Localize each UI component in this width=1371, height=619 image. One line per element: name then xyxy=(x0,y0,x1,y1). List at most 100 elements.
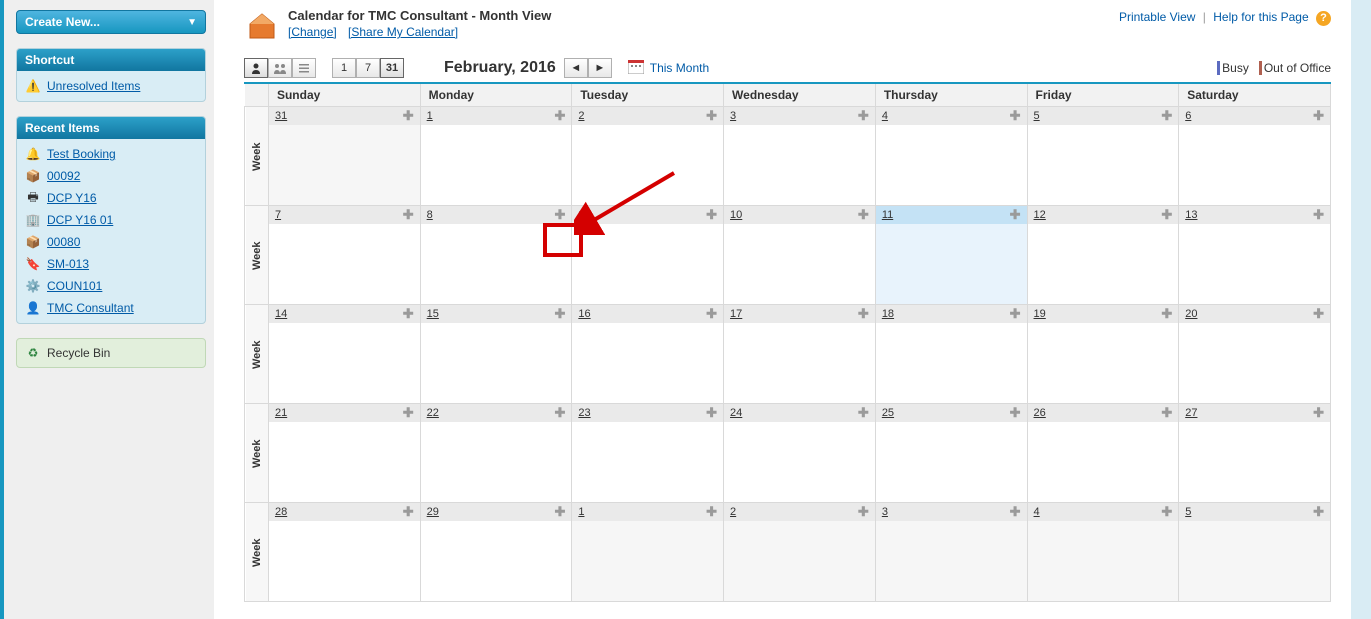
calendar-day-cell[interactable]: 23✚ xyxy=(572,404,724,503)
calendar-day-cell[interactable]: 2✚ xyxy=(724,503,876,602)
calendar-day-cell[interactable]: 24✚ xyxy=(724,404,876,503)
calendar-day-cell[interactable]: 8✚ xyxy=(420,206,572,305)
add-event-icon[interactable]: ✚ xyxy=(1161,405,1172,421)
add-event-icon[interactable]: ✚ xyxy=(1010,108,1021,124)
calendar-day-cell[interactable]: 28 ✚ xyxy=(268,503,420,602)
calendar-day-cell[interactable]: 27✚ xyxy=(1179,404,1331,503)
day-number-link[interactable]: 17 xyxy=(730,308,742,320)
add-event-icon[interactable]: ✚ xyxy=(706,207,717,223)
week-label[interactable]: Week xyxy=(245,206,269,305)
calendar-day-cell[interactable]: 6✚ xyxy=(1179,107,1331,206)
recent-item-link[interactable]: TMC Consultant xyxy=(47,301,134,315)
calendar-day-cell[interactable]: 14✚ xyxy=(268,305,420,404)
day-view-button[interactable]: 1 xyxy=(332,58,356,78)
add-event-icon[interactable]: ✚ xyxy=(403,108,414,124)
printable-view-link[interactable]: Printable View xyxy=(1119,10,1196,24)
day-number-link[interactable]: 1 xyxy=(578,506,584,518)
recycle-bin-link[interactable]: Recycle Bin xyxy=(47,346,110,360)
calendar-day-cell[interactable]: 5✚ xyxy=(1179,503,1331,602)
day-number-link[interactable]: 2 xyxy=(578,110,584,122)
add-event-icon[interactable]: ✚ xyxy=(858,306,869,322)
calendar-day-cell[interactable]: 7✚ xyxy=(268,206,420,305)
recent-item-link[interactable]: 00092 xyxy=(47,169,80,183)
prev-month-button[interactable]: ◄ xyxy=(564,58,588,78)
share-calendar-link[interactable]: [Share My Calendar] xyxy=(348,25,458,39)
day-number-link[interactable]: 28 xyxy=(275,506,287,518)
week-label[interactable]: Week xyxy=(245,404,269,503)
week-label[interactable]: Week xyxy=(245,503,269,602)
month-view-button[interactable]: 31 xyxy=(380,58,404,78)
day-number-link[interactable]: 2 xyxy=(730,506,736,518)
recent-item-link[interactable]: SM-013 xyxy=(47,257,89,271)
day-number-link[interactable]: 4 xyxy=(1034,506,1040,518)
add-event-icon[interactable]: ✚ xyxy=(858,405,869,421)
day-number-link[interactable]: 1 xyxy=(427,110,433,122)
add-event-icon[interactable]: ✚ xyxy=(554,405,565,421)
calendar-day-cell[interactable]: 13✚ xyxy=(1179,206,1331,305)
day-number-link[interactable]: 9 xyxy=(578,209,584,221)
add-event-icon[interactable]: ✚ xyxy=(1313,108,1324,124)
day-number-link[interactable]: 31 xyxy=(275,110,287,122)
recent-item-link[interactable]: DCP Y16 01 xyxy=(47,213,113,227)
calendar-day-cell[interactable]: 31 ✚ xyxy=(268,107,420,206)
calendar-day-cell[interactable]: 1✚ xyxy=(420,107,572,206)
add-event-icon[interactable]: ✚ xyxy=(1010,405,1021,421)
add-event-icon[interactable]: ✚ xyxy=(554,108,565,124)
day-number-link[interactable]: 16 xyxy=(578,308,590,320)
calendar-day-cell[interactable]: 4✚ xyxy=(875,107,1027,206)
calendar-day-cell[interactable]: 3✚ xyxy=(724,107,876,206)
next-month-button[interactable]: ► xyxy=(588,58,612,78)
week-label[interactable]: Week xyxy=(245,107,269,206)
day-number-link[interactable]: 5 xyxy=(1185,506,1191,518)
calendar-day-cell[interactable]: 11 ✚ xyxy=(875,206,1027,305)
add-event-icon[interactable]: ✚ xyxy=(554,207,565,223)
day-number-link[interactable]: 26 xyxy=(1034,407,1046,419)
calendar-day-cell[interactable]: 9✚ xyxy=(572,206,724,305)
add-event-icon[interactable]: ✚ xyxy=(858,108,869,124)
add-event-icon[interactable]: ✚ xyxy=(403,504,414,520)
add-event-icon[interactable]: ✚ xyxy=(858,504,869,520)
add-event-icon[interactable]: ✚ xyxy=(1161,108,1172,124)
week-view-button[interactable]: 7 xyxy=(356,58,380,78)
add-event-icon[interactable]: ✚ xyxy=(403,405,414,421)
day-number-link[interactable]: 8 xyxy=(427,209,433,221)
add-event-icon[interactable]: ✚ xyxy=(1010,207,1021,223)
day-number-link[interactable]: 19 xyxy=(1034,308,1046,320)
add-event-icon[interactable]: ✚ xyxy=(1313,405,1324,421)
day-number-link[interactable]: 21 xyxy=(275,407,287,419)
add-event-icon[interactable]: ✚ xyxy=(403,306,414,322)
day-number-link[interactable]: 23 xyxy=(578,407,590,419)
calendar-day-cell[interactable]: 2✚ xyxy=(572,107,724,206)
calendar-day-cell[interactable]: 12 ✚ xyxy=(1027,206,1179,305)
day-number-link[interactable]: 25 xyxy=(882,407,894,419)
calendar-day-cell[interactable]: 4✚ xyxy=(1027,503,1179,602)
day-number-link[interactable]: 3 xyxy=(882,506,888,518)
calendar-day-cell[interactable]: 3✚ xyxy=(875,503,1027,602)
day-number-link[interactable]: 6 xyxy=(1185,110,1191,122)
week-label[interactable]: Week xyxy=(245,305,269,404)
multi-user-view-button[interactable] xyxy=(268,58,292,78)
recent-item-link[interactable]: 00080 xyxy=(47,235,80,249)
calendar-day-cell[interactable]: 21 ✚ xyxy=(268,404,420,503)
add-event-icon[interactable]: ✚ xyxy=(1161,306,1172,322)
day-number-link[interactable]: 11 xyxy=(882,209,893,221)
calendar-day-cell[interactable]: 1✚ xyxy=(572,503,724,602)
day-number-link[interactable]: 15 xyxy=(427,308,439,320)
day-number-link[interactable]: 3 xyxy=(730,110,736,122)
day-number-link[interactable]: 5 xyxy=(1034,110,1040,122)
day-number-link[interactable]: 7 xyxy=(275,209,281,221)
add-event-icon[interactable]: ✚ xyxy=(1161,207,1172,223)
add-event-icon[interactable]: ✚ xyxy=(706,306,717,322)
add-event-icon[interactable]: ✚ xyxy=(554,306,565,322)
calendar-day-cell[interactable]: 15 ✚ xyxy=(420,305,572,404)
day-number-link[interactable]: 20 xyxy=(1185,308,1197,320)
day-number-link[interactable]: 12 xyxy=(1034,209,1046,221)
add-event-icon[interactable]: ✚ xyxy=(403,207,414,223)
recent-item-link[interactable]: Test Booking xyxy=(47,147,116,161)
calendar-day-cell[interactable]: 25 ✚ xyxy=(875,404,1027,503)
add-event-icon[interactable]: ✚ xyxy=(1010,504,1021,520)
recent-item-link[interactable]: COUN101 xyxy=(47,279,102,293)
calendar-day-cell[interactable]: 16 ✚ xyxy=(572,305,724,404)
add-event-icon[interactable]: ✚ xyxy=(1161,504,1172,520)
add-event-icon[interactable]: ✚ xyxy=(1313,207,1324,223)
